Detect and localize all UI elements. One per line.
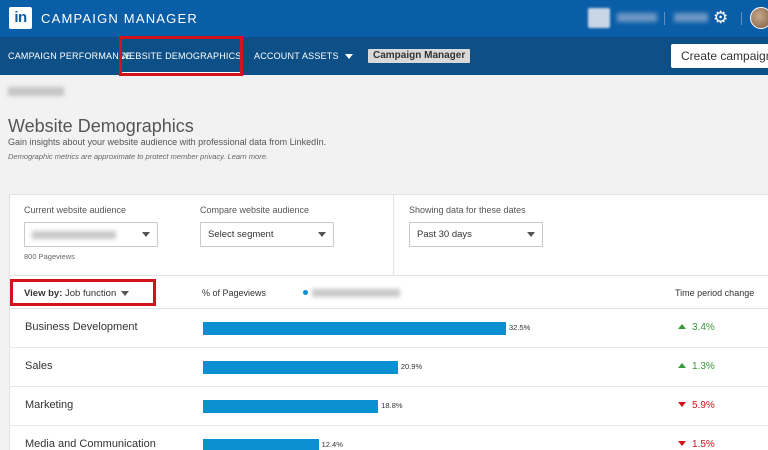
bar-value-label: 12.4% [321,440,343,449]
current-audience-value-blurred [32,231,116,239]
table-row: Business Development 32.5% 3.4% [10,309,768,348]
change-value: 1.5% [692,439,715,450]
date-range-value: Past 30 days [417,229,472,240]
privacy-note[interactable]: Demographic metrics are approximate to p… [8,152,268,161]
page-title: Website Demographics [8,116,194,136]
column-header-pageviews: % of Pageviews [202,288,267,298]
row-label: Marketing [25,399,74,411]
time-period-change: 5.9% [678,400,715,411]
row-label: Sales [25,360,53,372]
divider [741,12,742,25]
tab-account-assets-label: ACCOUNT ASSETS [254,51,339,61]
tab-account-assets[interactable]: ACCOUNT ASSETS [254,37,353,75]
highlight-website-demographics [119,36,243,76]
column-header-time-change: Time period change [675,288,755,298]
legend-label-blurred [312,289,400,297]
pageviews-count: 800 Pageviews [24,252,75,261]
bar-value-label: 18.8% [381,401,403,410]
divider [664,12,665,25]
create-campaign-button[interactable]: Create campaign [671,44,768,68]
table-row: Sales 20.9% 1.3% [10,348,768,387]
triangle-down-icon [678,402,686,407]
bar-track: 12.4% [203,439,623,450]
table-row: Media and Communication 12.4% 1.5% [10,426,768,450]
chevron-down-icon [527,232,535,237]
row-label: Business Development [25,321,138,333]
bar-value-label: 20.9% [400,362,423,371]
change-value: 5.9% [692,400,715,411]
chevron-down-icon [344,54,353,60]
triangle-down-icon [678,441,686,446]
time-period-change: 1.5% [678,439,715,450]
change-value: 1.3% [692,361,715,372]
compare-audience-select[interactable]: Select segment [200,222,334,247]
bar-track: 18.8% [203,400,623,413]
triangle-up-icon [678,363,686,368]
compare-audience-value: Select segment [208,229,274,240]
chevron-down-icon [142,232,150,237]
bar-track: 32.5% [203,322,623,335]
avatar[interactable] [750,7,768,29]
table-row: Marketing 18.8% 5.9% [10,387,768,426]
current-audience-select[interactable] [24,222,158,247]
gear-icon[interactable]: ⚙ [713,9,728,26]
highlight-view-by [10,279,156,306]
linkedin-logo[interactable]: in [9,7,32,29]
filters-panel: Current website audience 800 Pageviews C… [9,194,768,276]
campaign-manager-badge: Campaign Manager [368,49,471,63]
pageviews-bar [203,361,398,374]
triangle-up-icon [678,324,686,329]
row-label: Media and Communication [25,438,156,450]
tab-campaign-performance[interactable]: CAMPAIGN PERFORMANCE [8,37,132,75]
pageviews-bar [203,439,319,450]
account-logo-blurred[interactable] [588,8,610,28]
time-period-change: 1.3% [678,361,715,372]
bar-track: 20.9% [203,361,623,374]
page-subtitle: Gain insights about your website audienc… [8,137,327,147]
time-period-change: 3.4% [678,322,715,333]
divider [393,195,394,275]
pageviews-bar [203,400,379,413]
pageviews-bar [203,322,506,335]
account-breadcrumb-blurred[interactable] [8,87,64,96]
top-bar: in CAMPAIGN MANAGER ⚙ [0,0,768,37]
chevron-down-icon [318,232,326,237]
date-range-label: Showing data for these dates [409,205,526,215]
account-name-blurred[interactable] [617,13,657,22]
user-name-blurred[interactable] [674,13,708,22]
date-range-select[interactable]: Past 30 days [409,222,543,247]
bar-value-label: 32.5% [509,323,531,332]
legend-dot [303,290,308,295]
app-title: CAMPAIGN MANAGER [41,11,198,26]
change-value: 3.4% [692,322,715,333]
current-audience-label: Current website audience [24,205,127,215]
compare-audience-label: Compare website audience [200,205,310,215]
